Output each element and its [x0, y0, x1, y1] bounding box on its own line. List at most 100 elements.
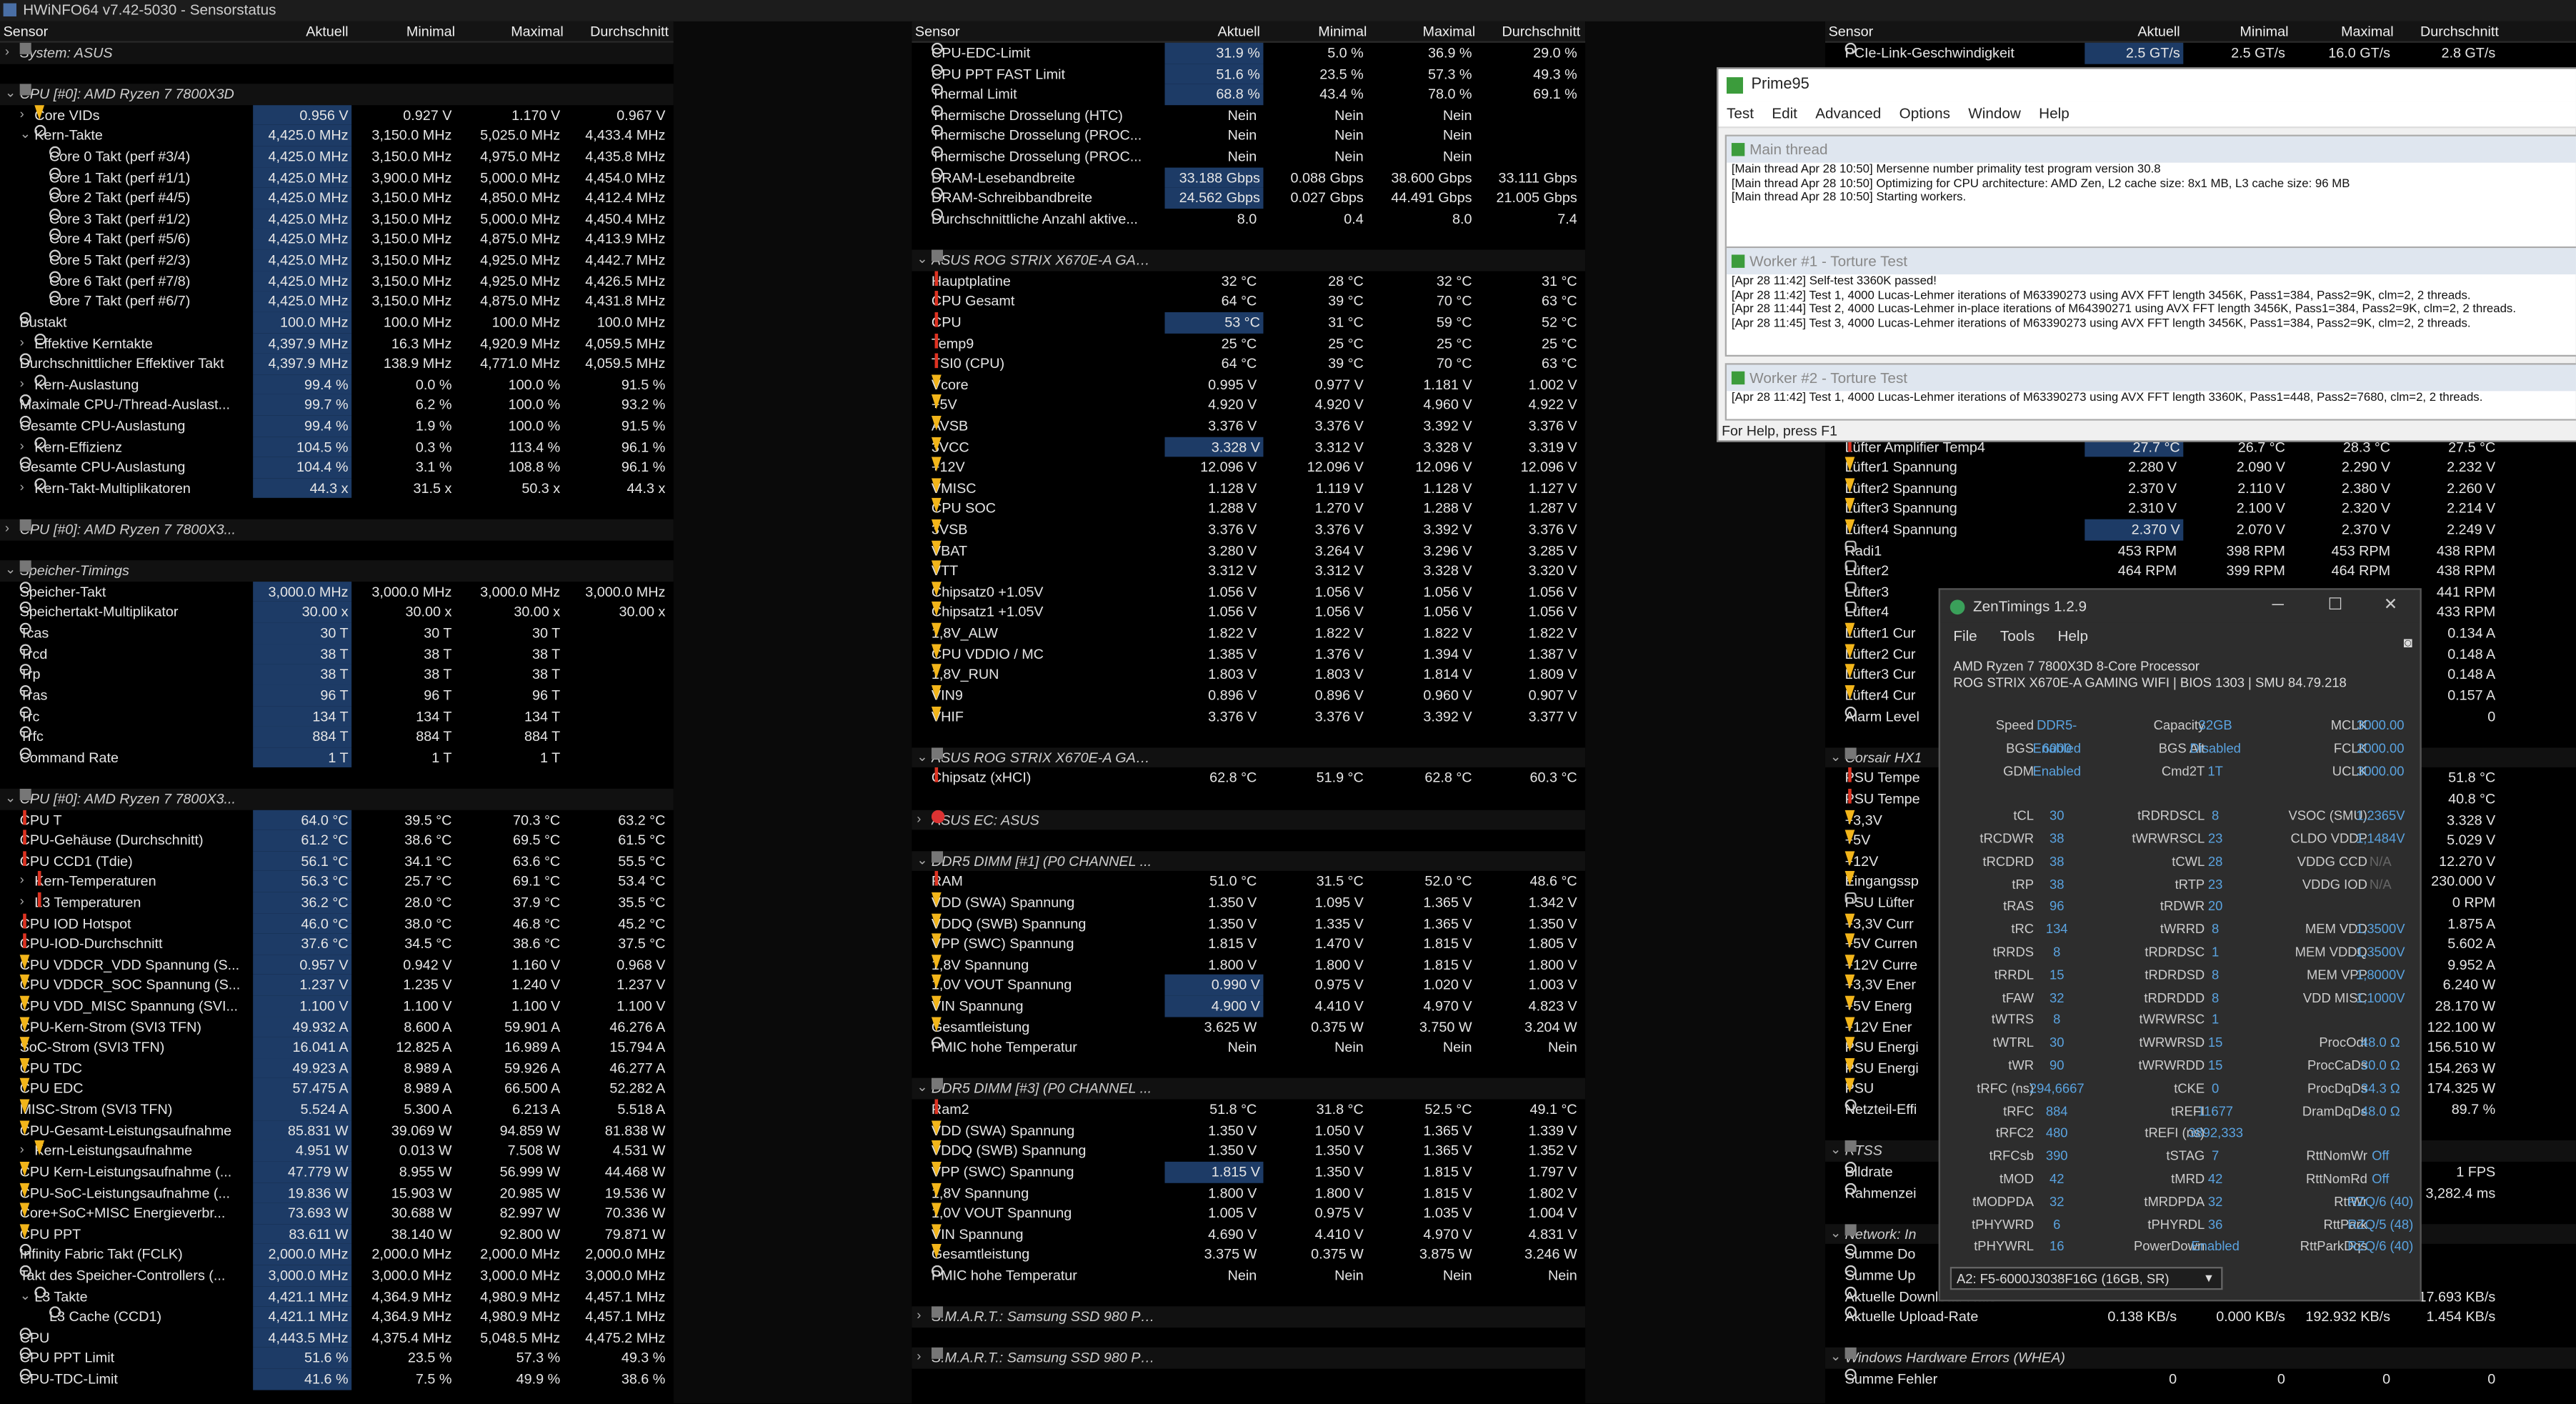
sensor-row[interactable]: CPU-Gesamt-Leistungsaufnahme 85.831 W 39.0… — [0, 1120, 674, 1141]
column-header[interactable]: Sensor Aktuell Minimal Maximal Durchschnitt — [0, 21, 674, 43]
sensor-row[interactable]: PCIe-Link-Geschwindigkeit 2.5 GT/s 2.5 GT/… — [1825, 42, 2576, 64]
sensor-row[interactable]: Radi1 453 RPM 398 RPM 453 RPM 438 RPM — [1825, 539, 2576, 561]
sensor-row[interactable]: CPU TDC 49.923 A 8.989 A 59.926 A 46.277 A — [0, 1057, 674, 1079]
zen-menu-help[interactable]: Help — [2057, 627, 2088, 644]
sensor-row[interactable]: Thermische Drosselung (PROC... Nein Nein Ne… — [912, 146, 1585, 167]
sensor-column-1[interactable]: Sensor Aktuell Minimal Maximal Durchschnitt ›… — [0, 21, 674, 1403]
sensor-row[interactable]: Vcore 0.995 V 0.977 V 1.181 V 1.002 V — [912, 374, 1585, 395]
sensor-row[interactable]: CPU-SoC-Leistungsaufnahme (... 19.836 W 15… — [0, 1182, 674, 1203]
sensor-row[interactable]: Tras 96 T 96 T 96 T — [0, 684, 674, 706]
minimize-icon[interactable]: ─ — [2272, 590, 2283, 623]
header-1[interactable]: Aktuell — [1162, 21, 1260, 41]
sensor-row[interactable]: DRAM-Lesebandbreite 33.188 Gbps 0.088 Gbps… — [912, 166, 1585, 188]
sensor-row[interactable]: › Kern-Takt-Multiplikatoren 44.3 x 31.5 x 50… — [0, 477, 674, 499]
sensor-row[interactable]: CPU IOD Hotspot 46.0 °C 38.0 °C 46.8 °C 45.2… — [0, 912, 674, 934]
sensor-row[interactable]: Maximale CPU-/Thread-Auslast... 99.7 % 6.2… — [0, 394, 674, 416]
sensor-row[interactable]: Durchschnittlicher Effektiver Takt 4,397.… — [0, 353, 674, 374]
zentimings-window[interactable]: ZenTimings 1.2.9 ─ ☐ ✕ File Tools Help ◙ AM… — [1938, 588, 2422, 1302]
expand-arrow-icon[interactable]: › — [20, 437, 24, 457]
sensor-row[interactable]: Gesamte CPU-Auslastung 99.4 % 1.9 % 100.0 %… — [0, 415, 674, 437]
collapse-arrow-icon[interactable]: ⌄ — [1830, 1141, 1841, 1162]
collapse-arrow-icon[interactable]: ⌄ — [5, 789, 16, 810]
sensor-row[interactable]: CPU-EDC-Limit 31.9 % 5.0 % 36.9 % 29.0 % — [912, 42, 1585, 64]
sensor-row[interactable]: Chipsatz1 +1.05V 1.056 V 1.056 V 1.056 V 1.0… — [912, 602, 1585, 623]
collapse-arrow-icon[interactable]: ⌄ — [917, 851, 927, 872]
sensor-group[interactable]: › CPU [#0]: AMD Ryzen 7 7800X3... — [0, 519, 674, 540]
collapse-arrow-icon[interactable]: ⌄ — [5, 84, 16, 105]
sensor-row[interactable]: Tcas 30 T 30 T 30 T — [0, 622, 674, 644]
sensor-row[interactable]: CPU 4,443.5 MHz 4,375.4 MHz 5,048.5 MHz 4,47… — [0, 1327, 674, 1348]
header-2[interactable]: Minimal — [1268, 21, 1367, 41]
sensor-row[interactable]: 3VCC 3.328 V 3.312 V 3.328 V 3.319 V — [912, 436, 1585, 457]
zen-menu-file[interactable]: File — [1953, 627, 1977, 644]
sensor-row[interactable]: 1,0V VOUT Spannung 1.005 V 0.975 V 1.035 V 1… — [912, 1203, 1585, 1224]
sensor-row[interactable]: Temp9 25 °C 25 °C 25 °C 25 °C — [912, 332, 1585, 354]
sensor-row[interactable]: VDD (SWA) Spannung 1.350 V 1.095 V 1.365 V 1… — [912, 892, 1585, 913]
prime95-menu-bar[interactable]: Test Edit Advanced Options Window Help — [1718, 101, 2576, 129]
sensor-row[interactable]: VBAT 3.280 V 3.264 V 3.296 V 3.285 V — [912, 539, 1585, 561]
sensor-row[interactable]: CPU Kern-Leistungsaufnahme (... 47.779 W 8… — [0, 1161, 674, 1183]
header-2[interactable]: Minimal — [356, 21, 455, 41]
sensor-row[interactable]: VHIF 3.376 V 3.376 V 3.392 V 3.377 V — [912, 705, 1585, 727]
sensor-row[interactable]: Core 1 Takt (perf #1/1) 4,425.0 MHz 3,900.… — [0, 166, 674, 188]
sensor-row[interactable]: VPP (SWC) Spannung 1.815 V 1.350 V 1.815 V 1… — [912, 1161, 1585, 1183]
sensor-row[interactable]: CPU PPT Limit 51.6 % 23.5 % 57.3 % 49.3 % — [0, 1348, 674, 1369]
expand-arrow-icon[interactable]: › — [5, 519, 9, 540]
sensor-group[interactable]: ⌄ ASUS ROG STRIX X670E-A GAMI... — [912, 747, 1586, 768]
sensor-row[interactable]: Speichertakt-Multiplikator 30.00 x 30.00 x… — [0, 602, 674, 623]
sensor-row[interactable]: › Kern-Temperaturen 56.3 °C 25.7 °C 69.1 °C 5… — [0, 871, 674, 892]
sensor-row[interactable]: AVSB 3.376 V 3.376 V 3.392 V 3.376 V — [912, 415, 1585, 437]
sensor-row[interactable]: Summe Fehler 0 0 0 0 — [1825, 1368, 2576, 1390]
prime95-menu-window[interactable]: Window — [1968, 105, 2021, 121]
sensor-row[interactable]: VIN9 0.896 V 0.896 V 0.960 V 0.907 V — [912, 684, 1585, 706]
sensor-row[interactable]: Lüfter2 464 RPM 399 RPM 464 RPM 438 RPM — [1825, 560, 2576, 582]
header-4[interactable]: Durchschnitt — [1482, 21, 1580, 41]
collapse-arrow-icon[interactable]: ⌄ — [917, 747, 927, 768]
prime95-menu-help[interactable]: Help — [2039, 105, 2070, 121]
sensor-row[interactable]: Trfc 884 T 884 T 884 T — [0, 726, 674, 747]
sensor-group[interactable]: ⌄ ASUS ROG STRIX X670E-A GAMI... — [912, 249, 1586, 271]
sensor-row[interactable]: Core+SoC+MISC Energieverbr... 73.693 W 30.… — [0, 1203, 674, 1224]
header-2[interactable]: Minimal — [2190, 21, 2288, 41]
collapse-arrow-icon[interactable]: ⌄ — [917, 1079, 927, 1100]
sensor-row[interactable]: Speicher-Takt 3,000.0 MHz 3,000.0 MHz 3,000… — [0, 581, 674, 602]
sensor-row[interactable]: CPU-TDC-Limit 41.6 % 7.5 % 49.9 % 38.6 % — [0, 1368, 674, 1390]
sensor-row[interactable]: Gesamtleistung 3.375 W 0.375 W 3.875 W 3.246… — [912, 1244, 1585, 1265]
collapse-arrow-icon[interactable]: ⌄ — [1830, 1348, 1841, 1369]
expand-arrow-icon[interactable]: › — [20, 1141, 24, 1162]
sensor-row[interactable]: Lüfter1 Spannung 2.280 V 2.090 V 2.290 V 2.2… — [1825, 457, 2576, 478]
sensor-row[interactable]: Core 7 Takt (perf #6/7) 4,425.0 MHz 3,150.… — [0, 291, 674, 312]
worker-2-window[interactable]: Worker #2 - Torture Test [Apr 28 11:42] … — [1724, 363, 2576, 421]
sensor-group[interactable]: ⌄ CPU [#0]: AMD Ryzen 7 7800X3D — [0, 84, 674, 105]
sensor-row[interactable]: Thermische Drosselung (PROC... Nein Nein Ne… — [912, 125, 1585, 146]
sensor-row[interactable]: RAM 51.0 °C 31.5 °C 52.0 °C 48.6 °C — [912, 871, 1585, 892]
collapse-arrow-icon[interactable]: ⌄ — [917, 250, 927, 271]
sensor-row[interactable]: Core 2 Takt (perf #4/5) 4,425.0 MHz 3,150.… — [0, 187, 674, 209]
camera-icon[interactable]: ◙ — [2403, 629, 2412, 656]
sensor-row[interactable]: › Core VIDs 0.956 V 0.927 V 1.170 V 0.967 V — [0, 104, 674, 126]
sensor-row[interactable]: Takt des Speicher-Controllers (... 3,000.… — [0, 1265, 674, 1286]
sensor-row[interactable]: PMIC hohe Temperatur Nein Nein Nein Nein — [912, 1037, 1585, 1058]
sensor-row[interactable]: Infinity Fabric Takt (FCLK) 2,000.0 MHz 2,… — [0, 1244, 674, 1265]
sensor-row[interactable]: VIN Spannung 4.690 V 4.410 V 4.970 V 4.831 V — [912, 1223, 1585, 1245]
sensor-row[interactable]: CPU T 64.0 °C 39.5 °C 70.3 °C 63.2 °C — [0, 809, 674, 830]
sensor-row[interactable]: Ram2 51.8 °C 31.8 °C 52.5 °C 49.1 °C — [912, 1099, 1585, 1120]
header-4[interactable]: Durchschnitt — [2400, 21, 2499, 41]
sensor-row[interactable]: CPU SOC 1.288 V 1.270 V 1.288 V 1.287 V — [912, 498, 1585, 519]
prime95-menu-test[interactable]: Test — [1727, 105, 1754, 121]
prime95-window[interactable]: Prime95 Test Edit Advanced Options Window Hel… — [1717, 67, 2576, 442]
sensor-row[interactable]: › L3 Temperaturen 36.2 °C 28.0 °C 37.9 °C 35.… — [0, 892, 674, 913]
sensor-row[interactable]: Bustakt 100.0 MHz 100.0 MHz 100.0 MHz 100.0 … — [0, 312, 674, 333]
sensor-row[interactable]: Durchschnittliche Anzahl aktive... 8.0 0.4… — [912, 208, 1585, 229]
header-sensor[interactable]: Sensor — [4, 21, 49, 41]
maximize-icon[interactable]: ☐ — [2328, 590, 2343, 623]
sensor-row[interactable]: CPU VDD_MISC Spannung (SVI... 1.100 V 1.10… — [0, 995, 674, 1017]
sensor-row[interactable]: 1,8V_ALW 1.822 V 1.822 V 1.822 V 1.822 V — [912, 622, 1585, 644]
header-1[interactable]: Aktuell — [250, 21, 348, 41]
sensor-row[interactable]: 1,8V_RUN 1.803 V 1.803 V 1.814 V 1.809 V — [912, 664, 1585, 685]
sensor-row[interactable]: CPU EDC 57.475 A 8.989 A 66.500 A 52.282 A — [0, 1078, 674, 1100]
expand-arrow-icon[interactable]: › — [20, 333, 24, 354]
zentimings-title-bar[interactable]: ZenTimings 1.2.9 ─ ☐ ✕ — [1940, 589, 2420, 623]
sensor-row[interactable]: › Kern-Leistungsaufnahme 4.951 W 0.013 W 7.5… — [0, 1140, 674, 1162]
sensor-row[interactable]: +12V 12.096 V 12.096 V 12.096 V 12.096 V — [912, 457, 1585, 478]
